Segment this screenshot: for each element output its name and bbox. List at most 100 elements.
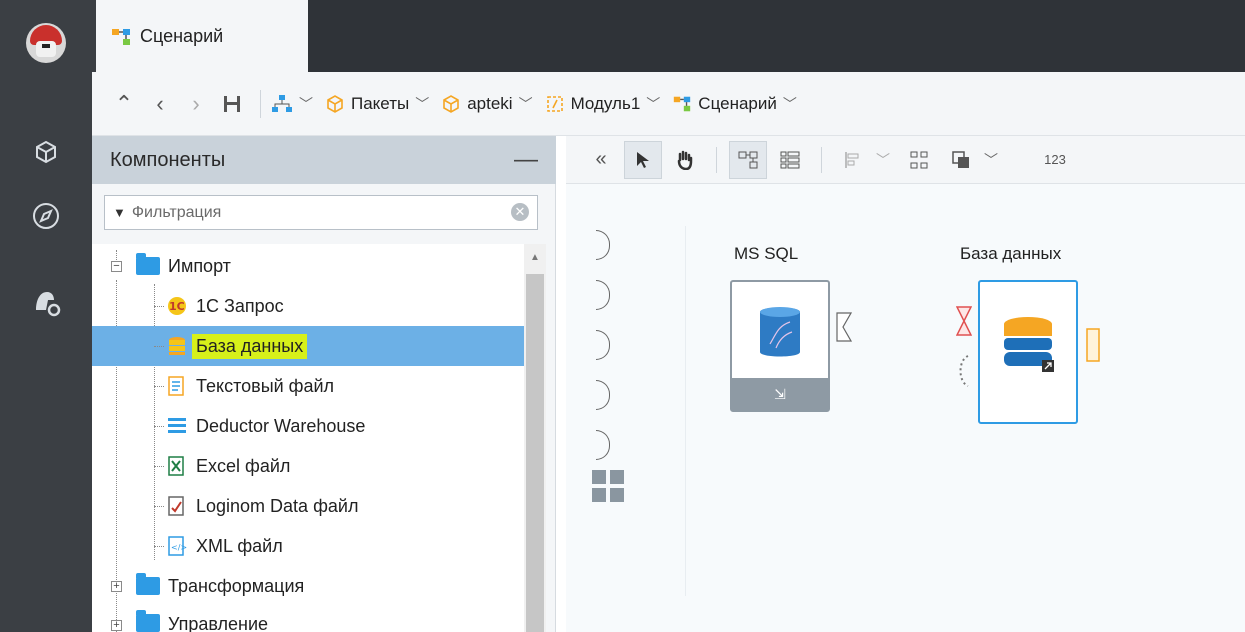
hand-icon: [677, 150, 693, 170]
tree-label: Excel файл: [196, 455, 291, 476]
chevron-down-icon: ﹀: [646, 95, 661, 112]
chevron-left-icon: ‹: [156, 90, 164, 116]
tree-label: Импорт: [168, 255, 231, 276]
list-view-button[interactable]: [771, 141, 809, 179]
breadcrumb-scenario[interactable]: Сценарий ﹀: [672, 94, 797, 114]
output-port-icon[interactable]: [1086, 328, 1100, 362]
admin-settings-icon[interactable]: [26, 282, 66, 322]
tab-label: Сценарий: [140, 26, 224, 46]
folder-icon: [136, 573, 160, 595]
tree-scrollbar[interactable]: ▲: [524, 244, 546, 632]
layout-icon: [910, 151, 928, 168]
breadcrumb-label: Сценарий: [698, 93, 777, 113]
input-port-icon[interactable]: [596, 430, 610, 460]
scroll-up-icon[interactable]: ▲: [530, 252, 540, 263]
panel-header: Компоненты —: [92, 136, 556, 184]
component-tree: − Импорт 1C 1С Запрос База данных Тексто…: [92, 244, 540, 632]
breadcrumb-apteki[interactable]: apteki ﹀: [441, 93, 533, 114]
loginom-file-icon: [166, 495, 188, 517]
tree-label: Loginom Data файл: [196, 495, 359, 516]
tree-label: Управление: [168, 614, 269, 632]
align-button[interactable]: [834, 141, 872, 179]
left-rail: [0, 0, 92, 632]
auto-layout-button[interactable]: [900, 141, 938, 179]
breadcrumb-packages[interactable]: Пакеты ﹀: [325, 94, 429, 114]
breadcrumb-label: Модуль1: [570, 93, 641, 113]
tree-item-excel-file[interactable]: Excel файл: [92, 446, 524, 486]
xml-file-icon: </>: [166, 535, 188, 557]
collapse-toggle[interactable]: −: [111, 261, 122, 272]
module-icon: [546, 95, 563, 112]
tree-label: 1С Запрос: [196, 295, 284, 316]
1c-icon: 1C: [166, 295, 188, 317]
user-avatar[interactable]: [26, 23, 66, 63]
node-database[interactable]: [978, 280, 1078, 424]
expand-toggle[interactable]: +: [111, 581, 122, 592]
activation-port-icon[interactable]: [956, 354, 970, 388]
bring-front-icon: [952, 150, 969, 168]
pan-tool-button[interactable]: [666, 141, 704, 179]
input-connector-icon[interactable]: [956, 306, 972, 336]
input-port-icon[interactable]: [596, 330, 610, 360]
add-node-grid-icon[interactable]: [592, 470, 624, 502]
tree-label: База данных: [192, 333, 308, 359]
input-port-icon[interactable]: [596, 230, 610, 260]
tree-label: XML файл: [196, 535, 283, 556]
chevron-down-icon[interactable]: ﹀: [876, 150, 890, 170]
clear-filter-icon[interactable]: ✕: [511, 203, 529, 221]
breadcrumb-label: Пакеты: [351, 93, 410, 113]
filter-input[interactable]: ▼ Фильтрация ✕: [104, 195, 538, 230]
breadcrumb-label: apteki: [467, 93, 513, 113]
input-port-icon[interactable]: [596, 280, 610, 310]
tree-item-deductor-warehouse[interactable]: Deductor Warehouse: [92, 406, 524, 446]
tree-label: Deductor Warehouse: [196, 415, 366, 436]
scrollbar-thumb[interactable]: [526, 274, 544, 632]
excel-icon: [166, 455, 188, 477]
list-view-icon: [780, 151, 800, 168]
scenario-canvas[interactable]: MS SQL ⇲ База данных: [566, 184, 1245, 632]
breadcrumb-module[interactable]: Модуль1 ﹀: [545, 93, 661, 114]
filter-placeholder: Фильтрация: [131, 203, 222, 221]
tree-folder-import[interactable]: − Импорт: [92, 246, 524, 286]
expand-toggle[interactable]: +: [111, 620, 122, 631]
pointer-icon: [637, 151, 649, 168]
arrange-button[interactable]: [942, 141, 980, 179]
tree-item-xml-file[interactable]: </> XML файл: [92, 526, 524, 566]
ms-sql-icon: [760, 307, 800, 357]
chevron-down-icon[interactable]: ﹀: [984, 150, 998, 170]
document-tab-bar: Сценарий: [92, 0, 1245, 72]
input-port-icon[interactable]: [596, 380, 610, 410]
warehouse-icon: [166, 415, 188, 437]
collapse-panel-button[interactable]: «: [582, 141, 620, 179]
folder-icon: [136, 610, 160, 632]
select-tool-button[interactable]: [624, 140, 662, 179]
output-port-icon[interactable]: [836, 312, 852, 342]
tree-item-text-file[interactable]: Текстовый файл: [92, 366, 524, 406]
database-icon: [1004, 317, 1054, 372]
collapse-up-button[interactable]: ⌃: [106, 86, 142, 122]
package-icon: [327, 94, 343, 113]
back-button[interactable]: ‹: [142, 86, 178, 122]
tree-folder-control[interactable]: + Управление: [92, 606, 524, 632]
compass-icon[interactable]: [26, 196, 66, 236]
database-icon: [166, 335, 188, 357]
input-ports-column: [590, 226, 686, 596]
save-button[interactable]: [214, 86, 250, 122]
tree-item-database[interactable]: База данных: [92, 326, 524, 366]
tree-folder-transform[interactable]: + Трансформация: [92, 566, 524, 606]
minimize-panel-button[interactable]: —: [514, 146, 538, 174]
hierarchy-button[interactable]: ﹀: [271, 94, 313, 114]
numbering-icon: 123: [1044, 152, 1066, 167]
tree-item-loginom-data-file[interactable]: Loginom Data файл: [92, 486, 524, 526]
chevron-down-icon: ﹀: [299, 95, 313, 112]
tree-item-1c-query[interactable]: 1C 1С Запрос: [92, 286, 524, 326]
numbering-button[interactable]: 123: [1036, 141, 1074, 179]
scenario-icon: [674, 96, 691, 111]
graph-view-button[interactable]: [729, 140, 767, 179]
tab-scenario[interactable]: Сценарий: [96, 0, 308, 72]
forward-button[interactable]: ›: [178, 86, 214, 122]
save-icon: [224, 95, 240, 112]
packages-icon[interactable]: [26, 132, 66, 172]
node-ms-sql[interactable]: ⇲: [730, 280, 852, 412]
package-icon: [443, 94, 460, 113]
